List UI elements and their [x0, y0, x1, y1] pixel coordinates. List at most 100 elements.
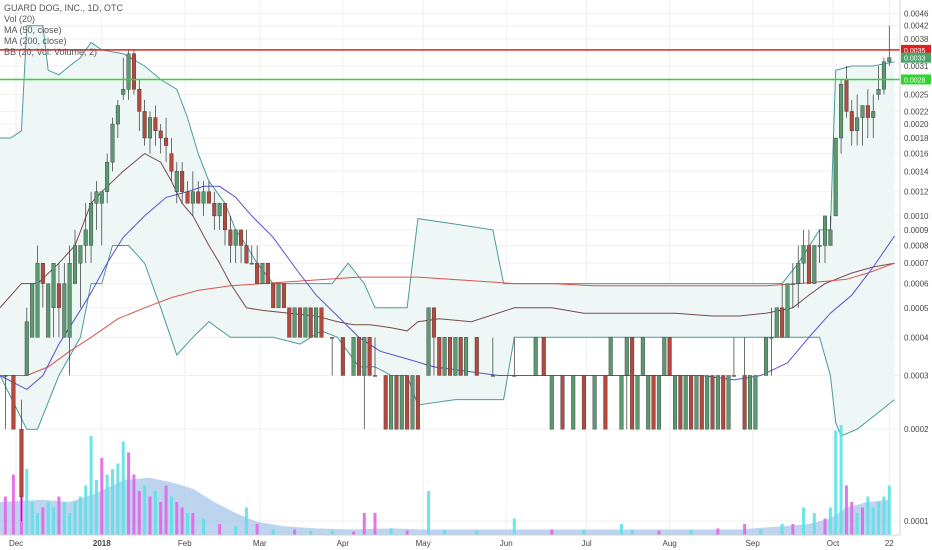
support-label: 0.0028 — [904, 77, 926, 84]
candle-body — [389, 375, 394, 430]
volume-bar — [791, 524, 795, 535]
candle-body — [871, 111, 876, 118]
y-tick-label: 0.0009 — [904, 226, 929, 235]
candle-body — [56, 283, 61, 308]
candle-body — [142, 111, 147, 139]
candle-body — [490, 375, 495, 377]
candle-body — [667, 337, 672, 376]
candle-body — [24, 321, 29, 376]
candle-body — [340, 337, 345, 376]
candle-body — [351, 337, 356, 376]
candle-body — [651, 375, 656, 430]
x-tick-label: 22 — [885, 539, 894, 548]
candle-body — [308, 307, 313, 338]
volume-bar — [73, 502, 77, 535]
candle-body — [137, 89, 142, 112]
candle-body — [30, 283, 35, 338]
candle-body — [233, 229, 238, 246]
price-chart[interactable]: 0.00460.00420.00380.00350.00310.00280.00… — [0, 0, 932, 550]
volume-bar — [866, 496, 870, 535]
y-tick-label: 0.0025 — [904, 90, 929, 99]
volume-bar — [127, 452, 131, 535]
candle-body — [881, 61, 886, 90]
volume-bar — [111, 469, 114, 535]
volume-bar — [105, 474, 109, 535]
volume-bar — [512, 518, 516, 535]
y-tick-label: 0.0001 — [904, 517, 929, 526]
y-tick-label: 0.0038 — [904, 35, 929, 44]
candle-body — [319, 307, 324, 338]
candle-body — [373, 375, 378, 377]
candle-body — [121, 89, 126, 95]
candle-body — [362, 337, 367, 376]
volume-bar — [619, 524, 623, 535]
candle-body — [603, 375, 608, 430]
candle-body — [287, 307, 292, 338]
volume-bar — [861, 507, 864, 535]
volume-bar — [877, 502, 881, 535]
volume-bar — [823, 518, 827, 535]
candle-body — [855, 117, 860, 132]
candle-body — [394, 375, 399, 430]
volume-bar — [30, 502, 34, 535]
volume-bar — [164, 485, 168, 535]
volume-bar — [180, 507, 184, 535]
volume-bar — [330, 530, 334, 535]
candle-body — [271, 283, 276, 308]
y-tick-label: 0.0016 — [904, 150, 929, 159]
candle-body — [731, 375, 736, 377]
candle-body — [689, 375, 694, 430]
volume-bar — [46, 502, 50, 535]
volume-bar — [405, 530, 409, 535]
volume-bar — [871, 507, 875, 535]
candle-body — [426, 307, 431, 376]
candle-body — [748, 375, 753, 430]
candle-body — [581, 375, 586, 430]
candle-body — [705, 375, 710, 430]
candle-body — [764, 337, 769, 376]
volume-bar — [175, 502, 179, 535]
candle-body — [512, 375, 517, 377]
candle-body — [464, 337, 469, 376]
y-tick-label: 0.0022 — [904, 107, 929, 116]
candle-body — [196, 191, 201, 204]
volume-bar — [855, 513, 859, 535]
candle-body — [255, 262, 260, 284]
candle-body — [40, 262, 45, 284]
candle-body — [244, 245, 249, 264]
y-tick-label: 0.0010 — [904, 212, 929, 221]
volume-bar — [78, 496, 82, 535]
candle-body — [83, 229, 88, 246]
candle-body — [453, 337, 458, 376]
candle-body — [849, 111, 854, 132]
candle-body — [726, 375, 731, 430]
volume-bar — [218, 524, 222, 535]
candle-body — [169, 153, 174, 172]
candle-body — [715, 375, 720, 430]
volume-bar — [309, 530, 313, 535]
candle-body — [710, 375, 715, 430]
candle-body — [62, 283, 67, 338]
candle-body — [817, 245, 822, 247]
candle-body — [448, 337, 453, 376]
legend-bb: BB (20, Vol: Volume, 2) — [4, 47, 98, 57]
volume-bar — [132, 474, 136, 535]
candle-body — [678, 375, 683, 430]
candle-body — [147, 117, 152, 139]
volume-bar — [850, 502, 854, 535]
volume-bar — [812, 513, 816, 535]
candle-body — [876, 89, 881, 95]
candle-body — [11, 375, 16, 430]
candle-body — [833, 137, 838, 217]
candle-body — [646, 375, 651, 430]
volume-bar — [716, 528, 720, 535]
y-tick-label: 0.0020 — [904, 120, 929, 129]
candle-body — [265, 262, 270, 284]
y-tick-label: 0.0042 — [904, 22, 929, 31]
volume-bar — [271, 529, 275, 535]
candle-body — [839, 84, 844, 139]
candle-body — [126, 53, 131, 90]
candle-body — [51, 262, 56, 308]
volume-bar — [427, 491, 431, 535]
volume-bar — [84, 485, 88, 535]
